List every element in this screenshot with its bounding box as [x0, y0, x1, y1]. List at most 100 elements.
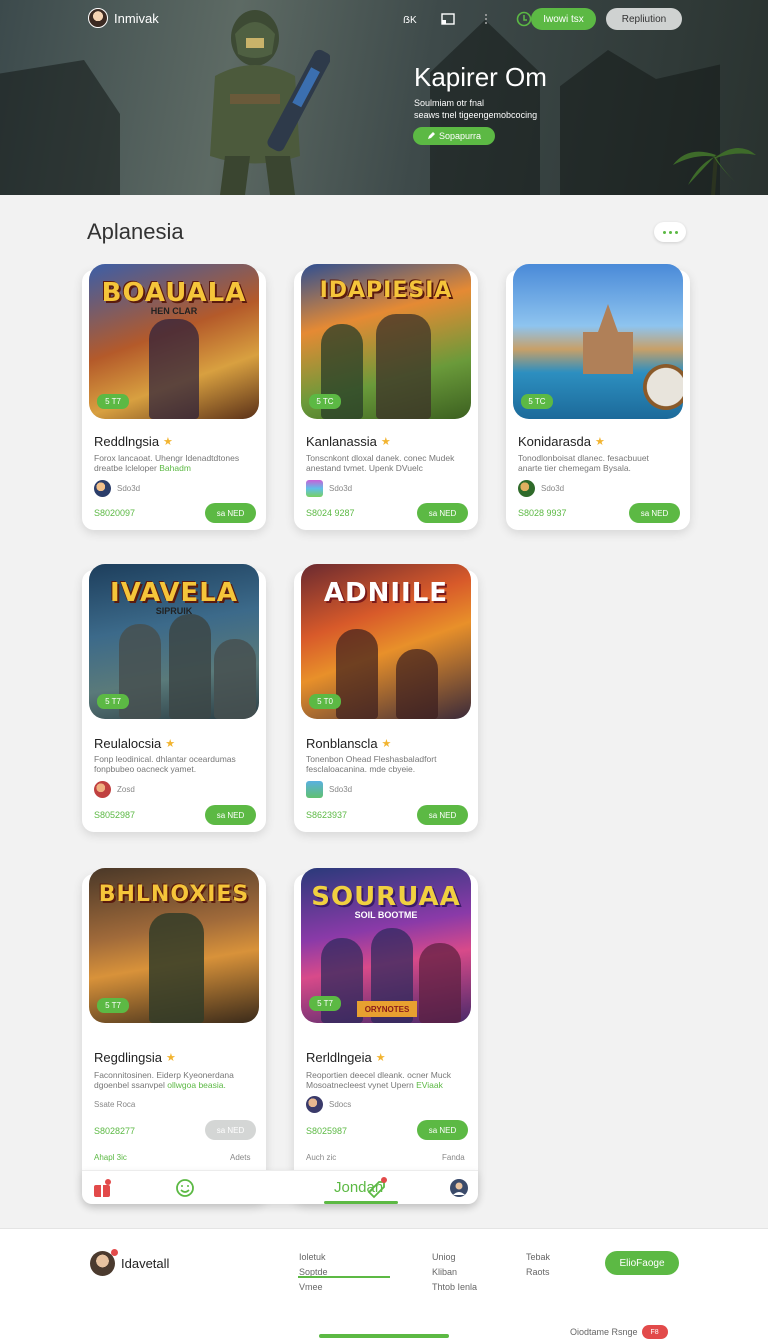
art-subtitle: SOIL BOOTME	[354, 910, 418, 920]
price-tag: 5 TC	[309, 394, 341, 409]
hero-subtitle-line-2: seaws tnel tigeengemobcocing	[414, 110, 538, 120]
game-name: Kanlanassia	[306, 434, 377, 449]
art-title: ADNIILE	[323, 578, 449, 608]
publisher-avatar	[306, 781, 323, 798]
secondary-header-button[interactable]: Repliution	[606, 8, 682, 30]
footer-link[interactable]: Ioletuk	[299, 1250, 328, 1265]
art-subtitle: SIPRUIK	[155, 606, 193, 616]
footer-note-text: Oiodtame Rsnge	[570, 1327, 638, 1337]
footer-avatar	[90, 1249, 118, 1276]
palm-tree-art	[673, 147, 756, 195]
art-title: IDAPIESIA	[319, 278, 453, 303]
star-icon: ★	[375, 1052, 386, 1064]
game-name-row: Rerldlngeia ★	[306, 1050, 386, 1065]
tag-icon[interactable]	[366, 1177, 388, 1199]
game-artwork: IVAVELA SIPRUIK 5 T7	[89, 564, 259, 719]
buy-button-disabled[interactable]: sa NED	[205, 1120, 256, 1140]
price-tag: 5 T0	[309, 694, 341, 709]
svg-text:ẞK: ẞK	[403, 15, 417, 25]
buy-button[interactable]: sa NED	[205, 805, 256, 825]
game-artwork: IDAPIESIA 5 TC	[301, 264, 471, 419]
translate-icon[interactable]: ẞK	[402, 11, 418, 27]
game-card[interactable]: BHLNOXIES 5 T7 Regdlingsia ★ Faconnitosin…	[82, 868, 266, 1204]
footer-link[interactable]: Uniog	[432, 1250, 477, 1265]
card-link[interactable]: Auch zic	[306, 1153, 336, 1162]
buy-button[interactable]: sa NED	[417, 805, 468, 825]
more-options-button[interactable]	[654, 222, 686, 242]
primary-header-button[interactable]: Iwowi tsx	[531, 8, 596, 30]
game-meta: Sdo3d	[306, 480, 352, 497]
game-name-row: Reddlngsia ★	[94, 434, 173, 449]
section-title: Aplanesia	[87, 219, 184, 244]
username: Inmivak	[114, 10, 159, 26]
user-avatar	[88, 8, 108, 28]
game-description: Reoportien deecel dleank. ocner Muck Moso…	[306, 1070, 452, 1090]
footer-link[interactable]: Vmee	[299, 1280, 328, 1295]
game-name: Konidarasda	[518, 434, 591, 449]
game-artwork: ADNIILE 5 T0	[301, 564, 471, 719]
game-card[interactable]: SOURUAA SOIL BOOTME ORYNOTES 5 T7 Rerldl…	[294, 868, 478, 1204]
star-icon: ★	[165, 738, 176, 750]
game-card[interactable]: ADNIILE 5 T0 Ronblanscla ★ Tonenbon Ohead…	[294, 564, 478, 832]
gift-icon[interactable]	[91, 1177, 113, 1199]
game-price: S8028 9937	[518, 508, 567, 518]
footer-user[interactable]: Idavetall	[90, 1249, 169, 1276]
footer-link[interactable]: Kliban	[432, 1265, 477, 1280]
game-description: Faconnitosinen. Eiderp Kyeonerdana dgoenb…	[94, 1070, 234, 1090]
publisher-avatar	[94, 480, 111, 497]
game-meta: Ssate Roca	[94, 1100, 136, 1109]
game-name-row: Konidarasda ★	[518, 434, 605, 449]
game-name: Regdlingsia	[94, 1050, 162, 1065]
footer-link[interactable]: Raots	[526, 1265, 550, 1280]
footer-badge[interactable]: F8	[641, 1325, 668, 1339]
footer-action-button[interactable]: ElioFaoge	[605, 1251, 679, 1275]
card-link[interactable]: Fanda	[442, 1153, 465, 1162]
art-title: BOAUALA	[101, 278, 247, 308]
footer: Idavetall Ioletuk Soptde Vmee Uniog Klib…	[0, 1228, 768, 1344]
price-tag: 5 TC	[521, 394, 553, 409]
star-icon: ★	[380, 436, 391, 448]
profile-icon[interactable]	[448, 1177, 470, 1199]
game-card[interactable]: BOAUALA HEN CLAR 5 T7 Reddlngsia ★ Forox …	[82, 264, 266, 530]
refresh-icon[interactable]	[516, 11, 532, 27]
publisher-avatar	[306, 480, 323, 497]
game-card[interactable]: IVAVELA SIPRUIK 5 T7 Reulalocsia ★ Fonp l…	[82, 564, 266, 832]
menu-dots-icon[interactable]	[478, 11, 494, 27]
hero-cta-button[interactable]: Sopapurra	[413, 127, 495, 145]
game-name-row: Reulalocsia ★	[94, 736, 175, 751]
game-meta: Sdo3d	[94, 480, 140, 497]
art-title: SOURUAA	[311, 882, 461, 912]
card-link[interactable]: Ahapl 3ic	[94, 1153, 127, 1162]
footer-link[interactable]: Tebak	[526, 1250, 550, 1265]
star-icon: ★	[381, 738, 392, 750]
game-name: Reddlngsia	[94, 434, 160, 449]
cast-icon[interactable]	[440, 11, 456, 27]
buy-button[interactable]: sa NED	[417, 1120, 468, 1140]
footer-link[interactable]: Thtob Ienla	[432, 1280, 477, 1295]
game-meta: Sdo3d	[518, 480, 564, 497]
game-price: S8025987	[306, 1126, 348, 1136]
game-price: S8020097	[94, 508, 136, 518]
game-name-row: Ronblanscla ★	[306, 736, 391, 751]
smile-icon[interactable]	[174, 1177, 196, 1199]
hero-subtitle: Soulmiam otr fnal seaws tnel tigeengemob…	[414, 97, 614, 121]
footer-active-indicator	[298, 1276, 390, 1278]
home-indicator	[319, 1334, 449, 1338]
hero-title: Kapirer Om	[414, 62, 547, 92]
card-link[interactable]: Adets	[230, 1153, 250, 1162]
tab-active-indicator	[324, 1201, 398, 1204]
buy-button[interactable]: sa NED	[629, 503, 680, 523]
art-title: BHLNOXIES	[98, 882, 250, 907]
star-icon: ★	[163, 436, 173, 448]
user-menu[interactable]: Inmivak	[88, 8, 159, 28]
buy-button[interactable]: sa NED	[205, 503, 256, 523]
game-description: Fonp leodinical. dhlantar oceardumas fonp…	[94, 754, 236, 774]
game-card[interactable]: IDAPIESIA 5 TC Kanlanassia ★ Tonscnkont d…	[294, 264, 478, 530]
publisher-avatar	[518, 480, 535, 497]
game-name: Ronblanscla	[306, 736, 378, 751]
game-description: Tonodlonboisat dlanec. fesacbuuet anarte …	[518, 453, 649, 473]
buy-button[interactable]: sa NED	[417, 503, 468, 523]
game-meta: Zosd	[94, 781, 135, 798]
game-card[interactable]: 5 TC Konidarasda ★ Tonodlonboisat dlanec.…	[506, 264, 690, 530]
game-price: S8052987	[94, 810, 136, 820]
